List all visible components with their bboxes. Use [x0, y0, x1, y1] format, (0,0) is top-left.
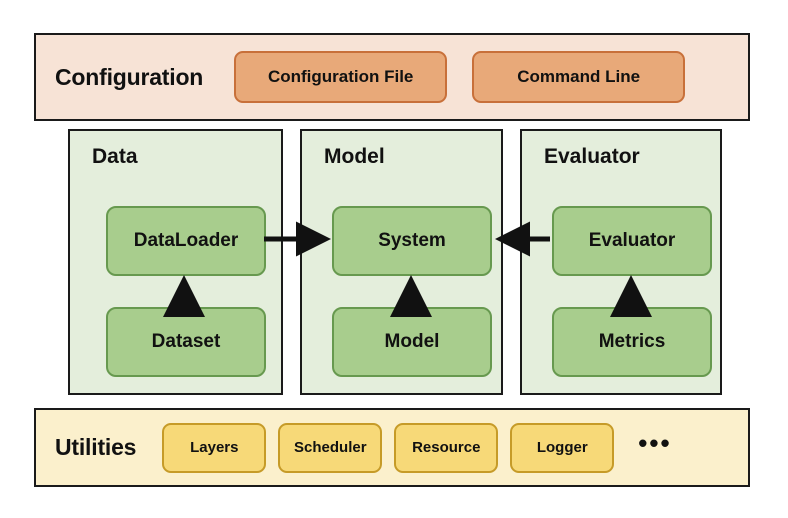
utilities-more-ellipsis: ••• [638, 427, 672, 458]
configuration-band: Configuration Configuration File Command… [34, 33, 750, 121]
utility-pill-logger[interactable]: Logger [510, 422, 615, 473]
utilities-item-group: Layers Scheduler Resource Logger ••• [162, 422, 672, 473]
panel-data-title: Data [92, 145, 138, 168]
configuration-file-button[interactable]: Configuration File [234, 51, 448, 103]
node-model[interactable]: Model [332, 307, 492, 377]
configuration-label: Configuration [55, 63, 204, 90]
panel-model-title: Model [324, 145, 385, 168]
panel-evaluator-title: Evaluator [544, 145, 640, 168]
utilities-band: Utilities Layers Scheduler Resource Logg… [34, 408, 750, 487]
node-dataset[interactable]: Dataset [106, 307, 266, 377]
utility-pill-layers[interactable]: Layers [162, 422, 267, 473]
configuration-button-group: Configuration File Command Line [234, 51, 686, 103]
utilities-label: Utilities [55, 434, 137, 460]
panel-data: Data DataLoader Dataset [68, 129, 283, 395]
command-line-button[interactable]: Command Line [472, 51, 686, 103]
node-evaluator[interactable]: Evaluator [552, 206, 712, 276]
node-metrics[interactable]: Metrics [552, 307, 712, 377]
panel-evaluator: Evaluator Evaluator Metrics [520, 129, 722, 395]
diagram-canvas: Configuration Configuration File Command… [0, 0, 788, 518]
utility-pill-resource[interactable]: Resource [394, 422, 499, 473]
node-dataloader[interactable]: DataLoader [106, 206, 266, 276]
node-system[interactable]: System [332, 206, 492, 276]
utility-pill-scheduler[interactable]: Scheduler [278, 422, 383, 473]
panel-model: Model System Model [300, 129, 503, 395]
